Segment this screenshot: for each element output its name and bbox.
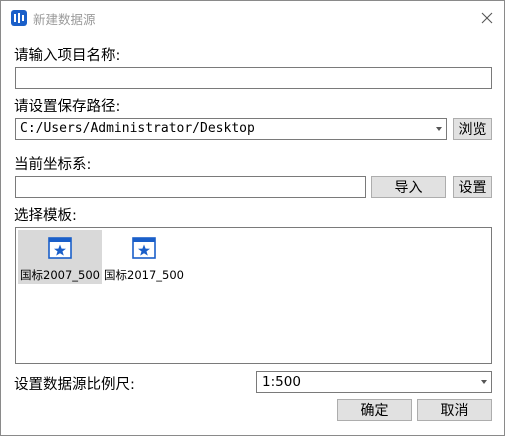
title-bar[interactable]: 新建数据源: [1, 1, 504, 33]
scale-combobox[interactable]: 1:500: [256, 371, 492, 393]
window-title: 新建数据源: [33, 12, 96, 27]
coordinate-system-input[interactable]: [15, 176, 366, 198]
close-button[interactable]: [475, 7, 499, 29]
template-item-label: 国标2007_500: [20, 268, 100, 282]
scale-label: 设置数据源比例尺:: [14, 377, 135, 393]
ok-button[interactable]: 确定: [337, 399, 412, 421]
close-icon: [481, 9, 493, 28]
app-logo-icon: [11, 10, 27, 26]
chevron-down-icon[interactable]: [481, 380, 487, 384]
template-list[interactable]: 国标2007_500 国标2017_500: [15, 227, 492, 364]
template-label: 选择模板:: [14, 208, 77, 224]
chevron-down-icon[interactable]: [436, 127, 442, 131]
template-item-gb2017[interactable]: 国标2017_500: [102, 230, 186, 284]
save-path-label: 请设置保存路径:: [14, 99, 121, 115]
new-datasource-dialog: 新建数据源 请输入项目名称: 请设置保存路径: C:/Users/Adminis…: [0, 0, 505, 436]
import-button[interactable]: 导入: [371, 176, 446, 198]
template-item-gb2007[interactable]: 国标2007_500: [18, 230, 102, 284]
coordinate-settings-button[interactable]: 设置: [453, 176, 492, 198]
scale-value: 1:500: [262, 374, 301, 390]
project-name-input[interactable]: [15, 67, 492, 89]
save-path-value: C:/Users/Administrator/Desktop: [20, 121, 255, 136]
browse-button[interactable]: 浏览: [453, 118, 492, 140]
coordinate-system-label: 当前坐标系:: [14, 157, 92, 173]
cancel-button[interactable]: 取消: [417, 399, 492, 421]
project-name-label: 请输入项目名称:: [14, 48, 121, 64]
save-path-combobox[interactable]: C:/Users/Administrator/Desktop: [15, 118, 447, 140]
template-icon: [48, 236, 72, 260]
template-item-label: 国标2017_500: [104, 268, 184, 282]
template-icon: [132, 236, 156, 260]
